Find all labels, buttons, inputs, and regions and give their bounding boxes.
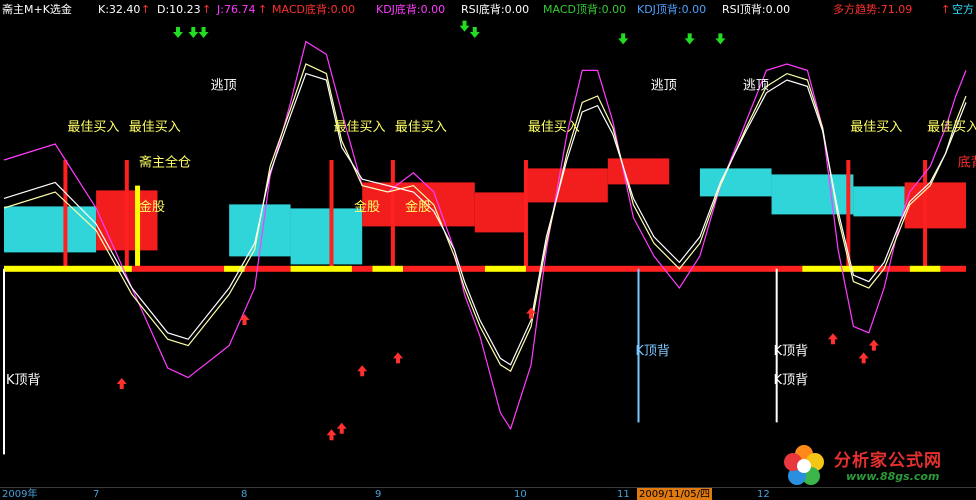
time-axis: 2009年 7 8 9 10 11 2009/11/05/四 12 xyxy=(0,487,976,500)
down-arrow-marker-6 xyxy=(684,33,695,45)
axis-label-sep: 9 xyxy=(375,489,382,500)
chart-label-18: 底背 xyxy=(958,154,976,170)
axis-label-oct: 10 xyxy=(514,489,527,500)
trend-band-8 xyxy=(699,168,772,197)
header-trend-short: 空方 xyxy=(952,3,974,16)
watermark-title: 分析家公式网 xyxy=(834,451,942,471)
chart-label-3: 最佳买入 xyxy=(395,120,447,135)
chart-label-0: 最佳买入 xyxy=(67,120,119,135)
axis-label-aug: 8 xyxy=(241,489,248,500)
up-arrow-marker-8 xyxy=(858,352,869,364)
chart-label-14: K顶背 xyxy=(6,373,41,388)
axis-label-jul: 7 xyxy=(93,489,100,500)
header-kdj-bottom: KDJ底背:0.00 xyxy=(376,3,446,16)
up-arrow-marker-2 xyxy=(326,429,337,441)
baseline-segment-10 xyxy=(802,265,874,272)
up-arrow-marker-9 xyxy=(868,339,879,351)
buy-signal-bar-4 xyxy=(523,160,528,269)
header-k-value: K:32.40 xyxy=(98,3,141,16)
trend-band-10 xyxy=(853,186,905,217)
header-j-value: J:76.74 xyxy=(217,3,256,16)
up-arrow-marker-0 xyxy=(116,378,127,389)
chart-label-17: K顶背 xyxy=(774,373,809,388)
header-rsi-bottom: RSI底背:0.00 xyxy=(461,3,530,16)
header-d-arrow: ↑ xyxy=(202,3,212,16)
baseline-segment-1 xyxy=(131,265,225,272)
up-arrow-marker-4 xyxy=(357,365,368,377)
header-k-arrow: ↑ xyxy=(141,3,151,16)
baseline-segment-6 xyxy=(372,265,404,272)
axis-label-nov: 11 xyxy=(617,489,630,500)
chart-label-2: 最佳买入 xyxy=(333,120,385,135)
indicator-name: 斋主M+K选金 xyxy=(2,3,72,16)
indicator-header: 斋主M+K选金 K:32.40 ↑ D:10.23 ↑ J:76.74 ↑ MA… xyxy=(0,0,976,20)
chart-label-12: 逃顶 xyxy=(651,79,677,94)
kdj-chart-canvas: 最佳买入 最佳买入 最佳买入 最佳买入 最佳买入 最佳买入 最佳买入金股 金股 金股斋主全仓逃顶… xyxy=(3,20,976,455)
chart-label-9: 金股 xyxy=(405,199,431,215)
buy-signal-bar-0 xyxy=(63,160,68,269)
header-macd-top: MACD顶背:0.00 xyxy=(543,3,627,16)
baseline-segment-5 xyxy=(351,265,373,272)
chart-label-7: 金股 xyxy=(139,199,165,215)
chart-label-1: 最佳买入 xyxy=(129,120,181,135)
chart-label-16: K顶背 xyxy=(774,344,809,359)
buy-signal-bar-6 xyxy=(923,160,928,269)
trend-band-5 xyxy=(474,192,526,233)
header-trend-long-arrow: ↑ xyxy=(941,3,951,16)
chart-label-13: 逃顶 xyxy=(743,79,769,94)
chart-label-5: 最佳买入 xyxy=(850,120,902,135)
baseline-segment-12 xyxy=(909,265,941,272)
chart-label-4: 最佳买入 xyxy=(528,120,580,135)
cursor-date-badge: 2009/11/05/四 xyxy=(637,488,713,500)
buy-signal-bar-2 xyxy=(329,160,334,269)
header-macd-bottom: MACD底背:0.00 xyxy=(272,3,356,16)
trend-band-3 xyxy=(290,208,363,265)
chart-label-10: 斋主全仓 xyxy=(139,154,191,170)
down-arrow-marker-0 xyxy=(172,27,183,38)
baseline-segment-13 xyxy=(940,265,966,272)
chart-label-15: K顶背 xyxy=(635,344,670,359)
chart-label-8: 金股 xyxy=(354,199,380,215)
trend-band-0 xyxy=(4,206,97,253)
header-j-arrow: ↑ xyxy=(258,3,268,16)
down-arrow-marker-1 xyxy=(188,27,199,38)
down-arrow-marker-5 xyxy=(618,33,629,45)
trend-band-11 xyxy=(904,182,966,229)
up-arrow-marker-1 xyxy=(239,314,250,325)
buy-signal-bar-1 xyxy=(124,160,129,269)
up-arrow-marker-5 xyxy=(393,352,404,364)
down-arrow-marker-3 xyxy=(459,20,470,32)
baseline-segment-7 xyxy=(403,265,485,272)
down-arrow-marker-4 xyxy=(469,27,480,38)
axis-label-dec: 12 xyxy=(757,489,770,500)
header-d-value: D:10.23 xyxy=(157,3,201,16)
axis-label-year: 2009年 xyxy=(2,489,38,500)
header-rsi-top: RSI顶背:0.00 xyxy=(722,3,791,16)
baseline-segment-4 xyxy=(290,265,352,272)
trend-band-7 xyxy=(607,158,670,185)
baseline-segment-0 xyxy=(4,265,132,272)
full-position-bar xyxy=(135,185,141,269)
watermark-url: www.88gs.com xyxy=(846,470,940,483)
site-watermark: 分析家公式网 www.88gs.com xyxy=(776,444,976,488)
baseline-segment-8 xyxy=(485,265,526,272)
chart-label-6: 最佳买入 xyxy=(927,120,976,135)
down-arrow-marker-2 xyxy=(198,27,209,38)
up-arrow-marker-3 xyxy=(336,422,347,434)
buy-signal-bar-3 xyxy=(390,160,395,269)
chart-label-11: 逃顶 xyxy=(211,79,237,94)
chart-root: { "header": { "indicator_name": "斋主M+K选金… xyxy=(0,0,976,500)
flower-logo-icon xyxy=(784,445,824,485)
trend-band-6 xyxy=(525,168,608,203)
header-kdj-top: KDJ顶背:0.00 xyxy=(637,3,707,16)
trend-band-9 xyxy=(771,174,854,215)
up-arrow-marker-7 xyxy=(827,333,838,345)
down-arrow-marker-7 xyxy=(715,33,726,45)
header-trend-long: 多方趋势:71.09 xyxy=(833,3,913,16)
baseline-segment-3 xyxy=(244,265,291,272)
